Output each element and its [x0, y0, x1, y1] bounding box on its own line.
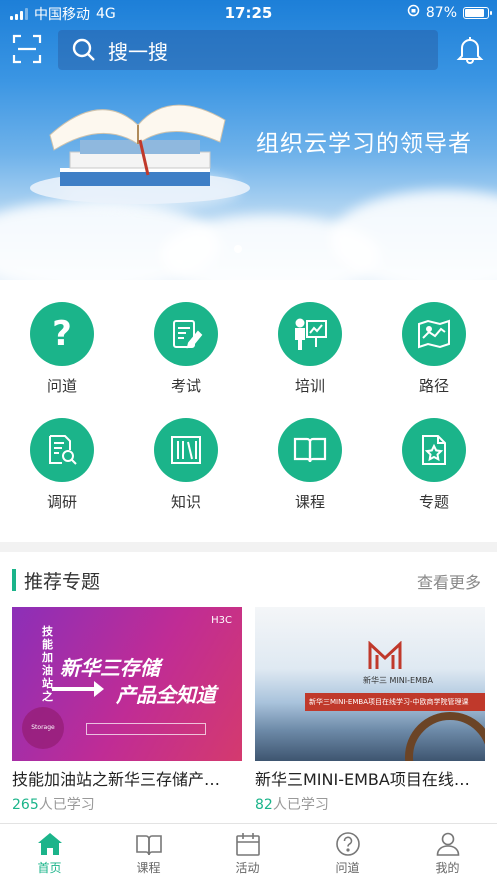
- hero-banner[interactable]: 中国移动 4G 17:25 87% 搜一搜 组织云学习的领导者: [0, 0, 497, 280]
- tab-wendao[interactable]: 问道: [298, 824, 397, 883]
- bottom-tab-bar: 首页 课程 活动 问道 我的: [0, 823, 497, 883]
- orientation-lock-icon: [407, 4, 420, 21]
- map-path-icon: [402, 302, 466, 366]
- menu-item-knowledge[interactable]: 知识: [124, 418, 248, 512]
- banner-slogan: 组织云学习的领导者: [256, 131, 472, 157]
- topic-card[interactable]: H3C 技能加油站之 新华三存储 产品全知道 Storage 技能加油站之新华三…: [12, 607, 242, 814]
- question-icon: ?: [30, 302, 94, 366]
- mini-emba-logo-text: 新华三 MINI-EMBA: [363, 676, 433, 685]
- topic-card-image: H3C 技能加油站之 新华三存储 产品全知道 Storage: [12, 607, 242, 761]
- recommend-section: 推荐专题 查看更多 H3C 技能加油站之 新华三存储 产品全知道 Storage…: [0, 552, 497, 823]
- menu-label: 知识: [170, 493, 201, 511]
- arrow-graphic: [52, 681, 104, 697]
- h3c-logo: H3C: [211, 615, 232, 626]
- menu-item-topic[interactable]: 专题: [372, 418, 496, 512]
- tab-mine[interactable]: 我的: [398, 824, 497, 883]
- status-bar: 中国移动 4G 17:25 87%: [0, 0, 497, 26]
- menu-label: 培训: [294, 377, 325, 395]
- mini-emba-logo-icon: [368, 641, 402, 669]
- ship-wheel-graphic: [405, 712, 485, 761]
- card-art-banner: 新华三MINI-EMBA项目在线学习-中欧商学院管理课: [305, 693, 485, 711]
- books-illustration: [30, 104, 250, 204]
- menu-label: 专题: [418, 493, 449, 511]
- learner-number: 265: [12, 797, 39, 813]
- tab-home[interactable]: 首页: [0, 824, 99, 883]
- learner-suffix: 人已学习: [272, 797, 329, 813]
- see-more-link[interactable]: 查看更多: [417, 569, 481, 593]
- card-art-vertical-text: 技能加油站之: [42, 625, 53, 703]
- battery-icon: [463, 6, 492, 19]
- survey-icon: [30, 418, 94, 482]
- books-icon: [154, 418, 218, 482]
- card-art-line1: 新华三存储: [60, 656, 160, 680]
- scan-icon[interactable]: [12, 34, 42, 64]
- feature-menu: ? 问道 考试 培训 路径 调研 知识 课程 专题: [0, 280, 497, 542]
- bell-icon[interactable]: [455, 34, 485, 64]
- tab-activity[interactable]: 活动: [198, 824, 297, 883]
- calendar-icon: [198, 824, 297, 856]
- menu-label: 问道: [46, 377, 77, 395]
- learner-number: 82: [255, 797, 273, 813]
- tab-label: 问道: [335, 861, 360, 875]
- search-placeholder: 搜一搜: [108, 39, 168, 64]
- topic-card-title: 技能加油站之新华三存储产…: [12, 770, 221, 789]
- tab-label: 我的: [435, 861, 460, 875]
- menu-label: 调研: [46, 493, 77, 511]
- search-input[interactable]: 搜一搜: [58, 30, 438, 70]
- exam-icon: [154, 302, 218, 366]
- menu-label: 路径: [418, 377, 449, 395]
- topic-card-title: 新华三MINI-EMBA项目在线…: [255, 770, 470, 789]
- learner-count: 82人已学习: [255, 794, 485, 814]
- menu-label: 考试: [170, 377, 201, 395]
- question-circle-icon: [298, 824, 397, 856]
- tab-course[interactable]: 课程: [99, 824, 198, 883]
- card-art-tag: [86, 723, 206, 735]
- learner-suffix: 人已学习: [38, 797, 95, 813]
- topic-card[interactable]: 新华三 MINI-EMBA 新华三MINI-EMBA项目在线学习-中欧商学院管理…: [255, 607, 485, 814]
- open-book-icon: [278, 418, 342, 482]
- menu-item-course[interactable]: 课程: [248, 418, 372, 512]
- topic-card-image: 新华三 MINI-EMBA 新华三MINI-EMBA项目在线学习-中欧商学院管理…: [255, 607, 485, 761]
- carousel-indicator[interactable]: [234, 245, 242, 253]
- menu-item-wendao[interactable]: ? 问道: [0, 302, 124, 396]
- tab-label: 活动: [235, 861, 260, 875]
- menu-label: 课程: [294, 493, 325, 511]
- topic-star-icon: [402, 418, 466, 482]
- menu-item-exam[interactable]: 考试: [124, 302, 248, 396]
- person-icon: [398, 824, 497, 856]
- tab-label: 首页: [37, 861, 62, 875]
- course-book-icon: [99, 824, 198, 856]
- menu-item-survey[interactable]: 调研: [0, 418, 124, 512]
- learner-count: 265人已学习: [12, 794, 242, 814]
- menu-item-path[interactable]: 路径: [372, 302, 496, 396]
- menu-item-training[interactable]: 培训: [248, 302, 372, 396]
- battery-percent: 87%: [425, 4, 457, 21]
- section-title: 推荐专题: [24, 571, 101, 593]
- training-icon: [278, 302, 342, 366]
- home-icon: [0, 824, 99, 856]
- search-icon: [72, 38, 95, 61]
- tab-label: 课程: [136, 861, 161, 875]
- storage-badge: Storage: [22, 707, 64, 749]
- section-accent-bar: [12, 569, 16, 591]
- card-art-line2: 产品全知道: [116, 683, 216, 707]
